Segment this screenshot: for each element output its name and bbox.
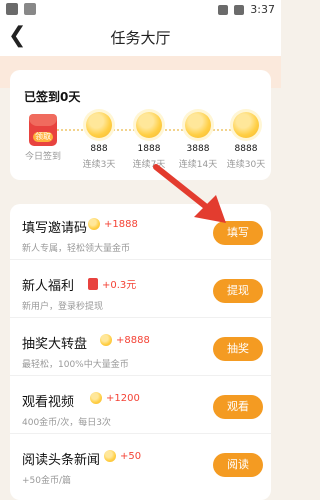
coin-icon [100, 334, 112, 346]
gallery-icon [24, 3, 36, 15]
reward-amount: 1888 [137, 144, 161, 154]
task-desc: 新用户，登录秒提现 [22, 302, 104, 312]
task-item: 新人福利 +0.3元 新用户，登录秒提现 提现 [10, 262, 271, 318]
coin-icon [233, 112, 259, 138]
coin-icon [86, 112, 112, 138]
task-reward-value: +8888 [116, 334, 150, 346]
claim-badge: 领取 [33, 132, 53, 142]
signin-today-label: 今日签到 [24, 152, 61, 162]
task-title: 新人福利 [22, 279, 75, 294]
task-reward-value: +50 [120, 450, 142, 462]
task-desc: 最轻松，100%中大量金币 [22, 360, 129, 370]
red-packet-icon [88, 277, 98, 290]
task-reward: +0.3元 [88, 276, 136, 291]
task-action-button[interactable]: 观看 [213, 395, 263, 419]
notification-icon [6, 3, 18, 15]
task-item: 抽奖大转盘 +8888 最轻松，100%中大量金币 抽奖 [10, 320, 271, 376]
status-time: 3:37 [250, 3, 275, 16]
red-packet-icon: 领取 [29, 114, 57, 146]
coin-icon [185, 112, 211, 138]
coin-icon [88, 218, 100, 230]
task-item: 观看视频 +1200 400金币/次，每日3次 观看 [10, 378, 271, 434]
signin-title: 已签到0天 [24, 90, 81, 104]
task-desc: 400金币/次，每日3次 [22, 418, 111, 428]
page-title: 任务大厅 [110, 29, 171, 47]
task-reward: +1888 [88, 218, 138, 230]
status-left-icons [6, 3, 36, 15]
coin-icon [136, 112, 162, 138]
reward-amount: 3888 [186, 144, 210, 154]
navigation-bar: ❮ 任务大厅 [0, 20, 281, 56]
status-bar: 3:37 [0, 0, 281, 20]
reward-label: 连续3天 [82, 160, 116, 170]
task-action-button[interactable]: 提现 [213, 279, 263, 303]
task-title: 填写邀请码 [22, 221, 88, 236]
task-reward-value: +0.3元 [102, 280, 137, 291]
task-reward: +50 [104, 450, 141, 462]
task-desc: +50金币/篇 [22, 476, 72, 486]
wifi-icon [218, 4, 229, 15]
status-right: 3:37 [218, 3, 275, 16]
task-desc: 新人专属，轻松领大量金币 [22, 244, 131, 254]
task-title: 观看视频 [22, 395, 75, 410]
signin-reward-1: 888 连续3天 [74, 112, 124, 174]
task-list: 填写邀请码 +1888 新人专属，轻松领大量金币 填写 新人福利 +0.3元 新… [10, 204, 271, 500]
pointer-arrow-icon [153, 164, 226, 223]
task-action-button[interactable]: 阅读 [213, 453, 263, 477]
task-reward: +1200 [90, 392, 140, 404]
coin-icon [104, 450, 116, 462]
task-reward: +8888 [100, 334, 150, 346]
coin-icon [90, 392, 102, 404]
task-title: 抽奖大转盘 [22, 337, 88, 352]
battery-icon [234, 4, 245, 15]
task-action-button[interactable]: 抽奖 [213, 337, 263, 361]
task-reward-value: +1200 [106, 392, 140, 404]
reward-amount: 8888 [234, 144, 258, 154]
task-item: 阅读头条新闻 +50 +50金币/篇 阅读 [10, 436, 271, 492]
reward-amount: 888 [90, 144, 108, 154]
task-reward-value: +1888 [104, 218, 138, 230]
task-title: 阅读头条新闻 [22, 453, 101, 468]
signin-today[interactable]: 领取 今日签到 [18, 114, 68, 176]
